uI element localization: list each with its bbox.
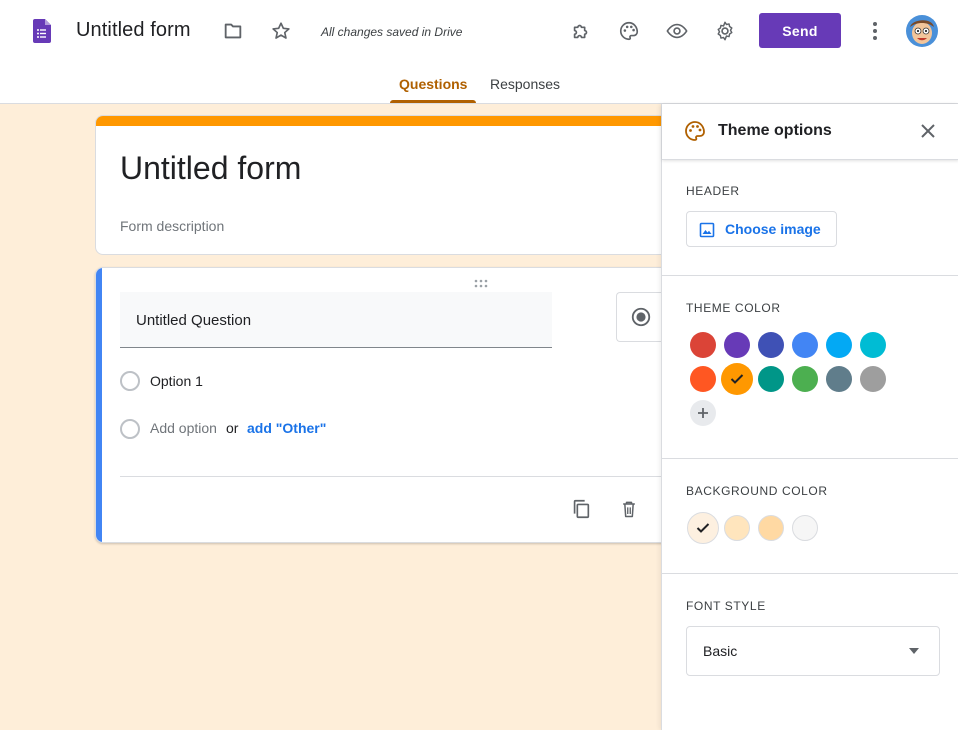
question-card[interactable]: Untitled Question Option 1 Add option or… — [95, 267, 695, 543]
theme-color-swatch[interactable] — [690, 366, 716, 392]
background-color-swatch[interactable] — [724, 515, 750, 541]
check-icon — [730, 374, 744, 384]
divider — [662, 275, 958, 276]
theme-color-swatch[interactable] — [792, 332, 818, 358]
image-icon — [699, 222, 715, 238]
background-color-swatch[interactable] — [758, 515, 784, 541]
close-icon[interactable] — [912, 115, 944, 147]
check-icon — [696, 523, 710, 533]
top-bar: Untitled form All changes saved in Drive… — [0, 0, 958, 64]
radio-type-icon — [631, 307, 651, 327]
form-title[interactable]: Untitled form — [120, 150, 301, 187]
choose-image-button[interactable]: Choose image — [686, 211, 837, 247]
divider — [662, 573, 958, 574]
header-section-label: HEADER — [686, 184, 740, 198]
theme-color-swatch[interactable] — [721, 363, 753, 395]
theme-color-swatch[interactable] — [758, 332, 784, 358]
preview-eye-icon[interactable] — [661, 15, 693, 47]
active-tab-indicator — [390, 100, 476, 103]
addon-puzzle-icon[interactable] — [565, 15, 597, 47]
settings-gear-icon[interactable] — [709, 15, 741, 47]
theme-color-swatch[interactable] — [826, 366, 852, 392]
more-vert-icon[interactable] — [859, 15, 891, 47]
drag-handle-icon[interactable] — [473, 276, 489, 288]
theme-panel-header: Theme options — [662, 104, 958, 160]
avatar[interactable] — [906, 15, 938, 47]
font-style-label: FONT STYLE — [686, 599, 766, 613]
font-style-select[interactable]: Basic — [686, 626, 940, 676]
save-status: All changes saved in Drive — [321, 25, 463, 39]
folder-icon[interactable] — [217, 15, 249, 47]
theme-color-swatch[interactable] — [758, 366, 784, 392]
document-title[interactable]: Untitled form — [76, 19, 191, 42]
theme-color-swatch[interactable] — [860, 332, 886, 358]
question-title: Untitled Question — [136, 312, 252, 329]
theme-color-swatch[interactable] — [724, 332, 750, 358]
option-radio-icon — [120, 371, 140, 391]
palette-icon[interactable] — [613, 15, 645, 47]
delete-trash-icon[interactable] — [613, 493, 645, 525]
or-text: or — [226, 420, 239, 436]
forms-logo-icon[interactable] — [33, 19, 51, 43]
tab-questions[interactable]: Questions — [399, 76, 467, 92]
option-label[interactable]: Option 1 — [150, 373, 203, 389]
theme-color-label: THEME COLOR — [686, 301, 781, 315]
background-color-swatch[interactable] — [687, 512, 719, 544]
question-footer-divider — [120, 476, 694, 477]
active-question-bar — [96, 268, 102, 542]
question-title-input[interactable]: Untitled Question — [120, 292, 552, 348]
send-button[interactable]: Send — [759, 13, 841, 48]
duplicate-icon[interactable] — [565, 493, 597, 525]
theme-options-panel: Theme options HEADER Choose image THEME … — [661, 104, 958, 730]
theme-color-swatch[interactable] — [792, 366, 818, 392]
title-card-strip — [96, 116, 694, 126]
add-option-radio-icon — [120, 419, 140, 439]
font-style-value: Basic — [703, 643, 738, 659]
add-other-link[interactable]: add "Other" — [247, 420, 326, 436]
theme-color-swatch[interactable] — [860, 366, 886, 392]
tab-responses[interactable]: Responses — [490, 76, 560, 92]
background-color-swatch[interactable] — [792, 515, 818, 541]
palette-icon — [679, 115, 711, 147]
form-tabs: Questions Responses — [0, 64, 958, 104]
background-color-label: BACKGROUND COLOR — [686, 484, 828, 498]
theme-color-swatch[interactable] — [690, 332, 716, 358]
form-title-card[interactable]: Untitled form Form description — [95, 115, 695, 255]
dropdown-arrow-icon — [909, 648, 919, 654]
choose-image-label: Choose image — [725, 221, 821, 237]
theme-panel-title: Theme options — [718, 122, 832, 139]
star-icon[interactable] — [265, 15, 297, 47]
add-option-link[interactable]: Add option — [150, 420, 217, 436]
theme-color-swatch[interactable] — [826, 332, 852, 358]
divider — [662, 458, 958, 459]
add-custom-color-icon[interactable] — [690, 400, 716, 426]
form-description-field[interactable]: Form description — [120, 218, 224, 234]
